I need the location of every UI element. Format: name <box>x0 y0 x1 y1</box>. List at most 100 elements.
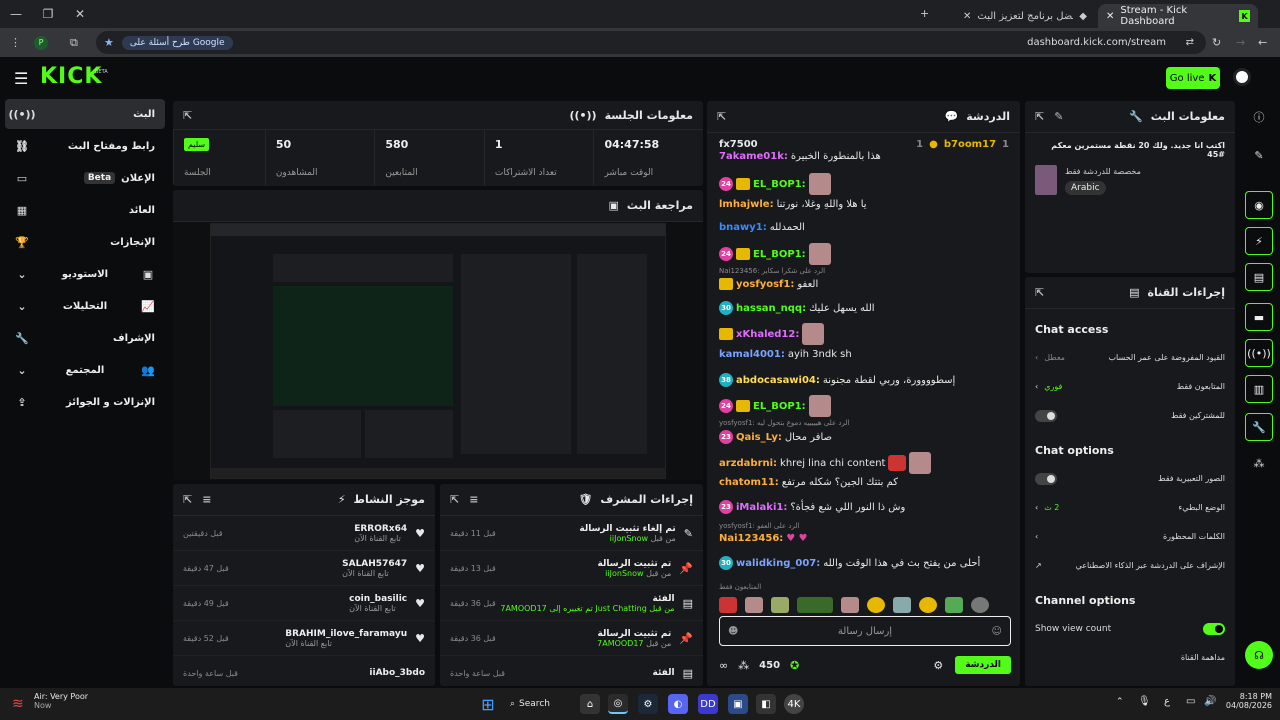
emote-image[interactable] <box>867 597 885 613</box>
sidebar-item-moderation[interactable]: 🔧 الإشراف <box>5 323 165 353</box>
back-icon[interactable]: ← <box>1258 36 1267 49</box>
item-user[interactable]: 7AMOOD17 <box>500 604 546 613</box>
network-icon[interactable]: ▭ <box>1186 696 1195 707</box>
sidebar-item-stream-key[interactable]: ⛓ رابط ومفتاح البث <box>5 131 165 161</box>
setting-followers-only[interactable]: المتابعون فقط فوري › <box>1025 372 1235 401</box>
taskbar-clock[interactable]: 8:18 PM 04/08/2026 <box>1224 692 1272 710</box>
item-user[interactable]: iiAbo_3bdo <box>369 668 425 678</box>
subscribers-only-toggle[interactable] <box>1035 409 1057 422</box>
close-tab-icon[interactable]: ✕ <box>963 11 971 22</box>
chat-icon[interactable]: ▬ <box>1245 303 1273 331</box>
filter-icon[interactable]: ≡ <box>202 493 211 506</box>
go-live-button[interactable]: Go live K <box>1166 67 1220 89</box>
setting-slow-mode[interactable]: الوضع البطيء 2 ث › <box>1025 493 1235 522</box>
item-user[interactable]: BRAHIM_ilove_faramayu <box>285 629 407 639</box>
chat-user[interactable]: hassan_nqq: <box>736 303 806 314</box>
pencil-icon[interactable]: ✎ <box>1245 141 1273 169</box>
emote-only-toggle[interactable] <box>1035 472 1057 485</box>
chat-user[interactable]: Nai123456: <box>719 533 783 544</box>
infinity-icon[interactable]: ∞ <box>719 659 728 672</box>
game-icon[interactable]: ◧ <box>756 694 776 714</box>
sidebar-item-stream[interactable]: ((•)) البث <box>5 99 165 129</box>
sidebar-item-drops[interactable]: ⇪ الإنزالات و الجوائز <box>5 387 165 417</box>
chat-user[interactable]: bnawy1: <box>719 222 767 233</box>
setting-banned-words[interactable]: الكلمات المحظورة › <box>1025 522 1235 551</box>
camera-icon[interactable]: ◉ <box>1245 191 1273 219</box>
volume-icon[interactable]: 🔊 <box>1204 696 1216 707</box>
popout-icon[interactable]: ⇱ <box>717 110 726 123</box>
close-window-icon[interactable]: ✕ <box>64 0 96 28</box>
help-headset-icon[interactable]: ☊ <box>1245 641 1273 669</box>
emote-image[interactable] <box>719 597 737 613</box>
new-tab-icon[interactable]: + <box>920 7 929 20</box>
chat-user[interactable]: abdocasawi04: <box>736 375 820 386</box>
chat-user[interactable]: EL_BOP1: <box>753 401 806 412</box>
sidebar-item-achievements[interactable]: 🏆 الإنجازات <box>5 227 165 257</box>
user-avatar[interactable] <box>1233 68 1251 86</box>
chat-user[interactable]: EL_BOP1: <box>753 249 806 260</box>
reload-icon[interactable]: ↻ <box>1212 36 1221 49</box>
extensions-icon[interactable]: ⧉ <box>70 36 78 50</box>
restore-icon[interactable]: ❐ <box>32 0 64 28</box>
document-icon[interactable]: ▤ <box>1245 263 1273 291</box>
show-view-count-toggle[interactable] <box>1203 622 1225 635</box>
chat-user[interactable]: EL_BOP1: <box>753 179 806 190</box>
setting-raid-channel[interactable]: مداهمة القناة <box>1025 643 1235 672</box>
filter-icon[interactable]: ≡ <box>469 493 478 506</box>
popout-icon[interactable]: ⇱ <box>183 493 192 506</box>
emote-image[interactable] <box>745 597 763 613</box>
forward-icon[interactable]: → <box>1236 36 1245 49</box>
actions-icon[interactable]: ▥ <box>1245 375 1273 403</box>
setting-account-age[interactable]: القيود المفروضة على عمر الحساب معطل › <box>1025 343 1235 372</box>
info-icon[interactable]: ⓘ <box>1245 103 1273 131</box>
stream-preview[interactable] <box>173 222 703 480</box>
chat-user[interactable]: walidking_007: <box>736 558 820 569</box>
broadcast-icon[interactable]: ((•)) <box>1245 339 1273 367</box>
browser-tab-kick[interactable]: ✕ Stream - Kick Dashboard K <box>1098 4 1258 28</box>
browser-tab-loyalty[interactable]: ✕ الولاء | أفضل برنامج لتعزيز البث ◆ <box>955 4 1095 28</box>
kick-logo[interactable]: KICK <box>40 64 102 89</box>
emote-image[interactable] <box>971 597 989 613</box>
url-bar[interactable]: ★ طرح أسئلة على Google dashboard.kick.co… <box>96 31 1206 54</box>
sidebar-item-ads[interactable]: ▭ Beta الإعلان <box>5 163 165 193</box>
app-4k-icon[interactable]: 4K <box>784 694 804 714</box>
emote-image[interactable] <box>771 597 789 613</box>
setting-subscribers-only[interactable]: للمشتركين فقط <box>1025 401 1235 430</box>
community-icon[interactable]: ⁂ <box>1245 449 1273 477</box>
tune-icon[interactable]: ⇄ <box>1186 37 1194 48</box>
setting-show-view-count[interactable]: Show view count <box>1025 614 1235 643</box>
people-icon[interactable]: ⁂ <box>738 659 749 672</box>
home-icon[interactable]: ⌂ <box>580 694 600 714</box>
emoji-icon[interactable]: ☻ <box>728 626 738 637</box>
chat-user[interactable]: Qais_Ly: <box>736 432 782 443</box>
emote-image[interactable] <box>893 597 911 613</box>
menu-dots-icon[interactable]: ⋮ <box>10 36 21 49</box>
url-text[interactable]: dashboard.kick.com/stream <box>1027 37 1166 48</box>
weather-widget[interactable]: Air: Very Poor Now <box>34 692 88 710</box>
item-user[interactable]: ERRORx64 <box>354 524 407 534</box>
popout-icon[interactable]: ⇱ <box>1035 110 1044 123</box>
chat-user[interactable]: chatom11: <box>719 477 779 488</box>
item-user[interactable]: coin_basilic <box>349 594 407 604</box>
app-dd-icon[interactable]: DD <box>698 694 718 714</box>
chat-user[interactable]: lmhajwle: <box>719 199 774 210</box>
popout-icon[interactable]: ⇱ <box>183 109 192 122</box>
sidebar-item-analytics[interactable]: ⌄ التحليلات 📈 <box>5 291 165 321</box>
language-indicator[interactable]: ع <box>1164 696 1170 707</box>
profile-icon[interactable]: P <box>34 35 48 50</box>
setting-emote-only[interactable]: الصور التعبيرية فقط <box>1025 464 1235 493</box>
chat-send-button[interactable]: الدردشة <box>955 656 1011 674</box>
sidebar-item-community[interactable]: ⌄ المجتمع 👥 <box>5 355 165 385</box>
hamburger-menu-icon[interactable]: ☰ <box>14 69 28 88</box>
smile-icon[interactable]: ☺ <box>992 626 1002 637</box>
emote-image[interactable] <box>797 597 833 613</box>
sidebar-item-studio[interactable]: ⌄ الاستوديو ▣ <box>5 259 165 289</box>
close-tab-icon[interactable]: ✕ <box>1106 11 1114 22</box>
tray-arrow-icon[interactable]: ⌃ <box>1116 697 1124 707</box>
chrome-icon[interactable]: ◎ <box>608 694 628 714</box>
item-user[interactable]: SALAH57647 <box>342 559 407 569</box>
setting-ai-moderation[interactable]: الإشراف على الدردشة عبر الذكاء الاصطناعي… <box>1025 551 1235 580</box>
mic-icon[interactable]: 🎙 <box>1138 696 1151 707</box>
chat-user[interactable]: arzdabrni: <box>719 458 777 469</box>
settings-gear-icon[interactable]: ⚙ <box>933 659 943 672</box>
